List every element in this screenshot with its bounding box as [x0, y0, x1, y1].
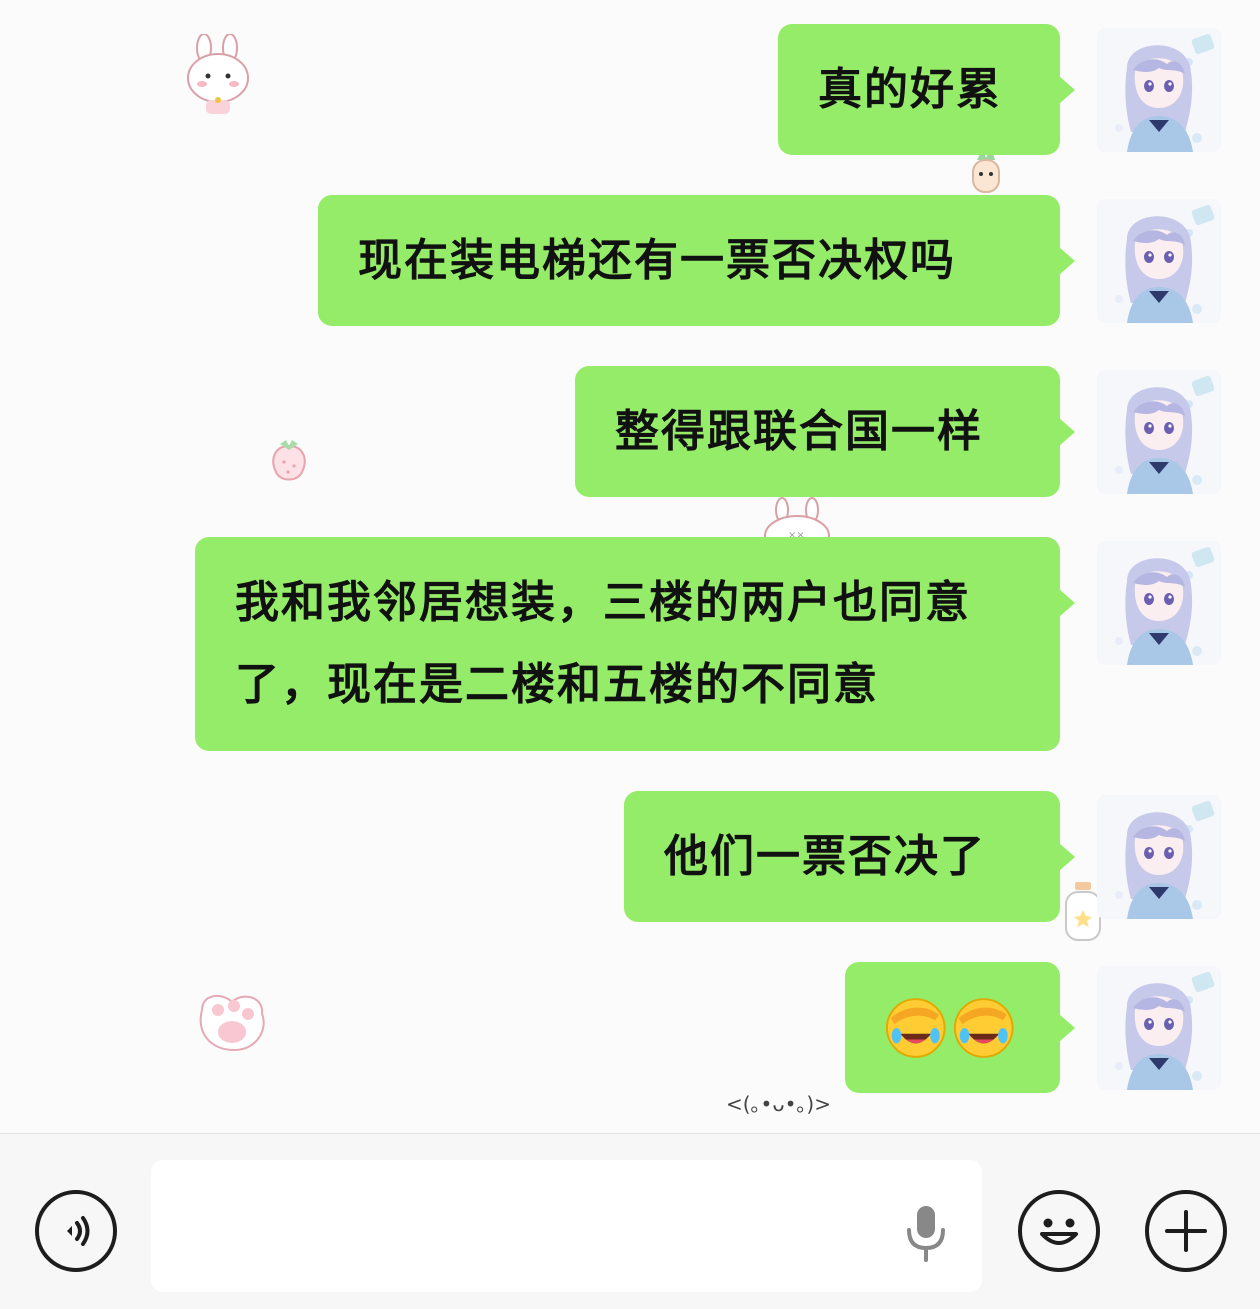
input-bar	[0, 1133, 1260, 1309]
emoji-button[interactable]	[1018, 1190, 1100, 1272]
message-line: 我和我邻居想装，三楼的两户也同意	[235, 577, 971, 628]
avatar-illustration-icon	[1097, 28, 1221, 152]
avatar[interactable]	[1097, 541, 1221, 665]
paw-sticker-icon	[199, 994, 265, 1052]
message-bubble[interactable]: 整得跟联合国一样	[575, 366, 1075, 497]
kaomoji-sticker: <(｡•ᴗ•｡)>	[726, 1092, 831, 1116]
avatar[interactable]	[1097, 199, 1221, 323]
message-input[interactable]	[151, 1160, 982, 1292]
bunny-sticker-icon	[187, 34, 249, 114]
avatar-illustration-icon	[1097, 795, 1221, 919]
message-bubble[interactable]: 我和我邻居想装，三楼的两户也同意 了，现在是二楼和五楼的不同意	[195, 537, 1075, 751]
message-bubble[interactable]: 真的好累	[778, 24, 1075, 155]
more-button[interactable]	[1145, 1190, 1227, 1272]
plus-icon	[1165, 1210, 1207, 1252]
message-line: 了，现在是二楼和五楼的不同意	[235, 659, 879, 710]
avatar-illustration-icon	[1097, 541, 1221, 665]
message-bubble[interactable]	[845, 962, 1075, 1093]
chat-area[interactable]: ×× <(｡•ᴗ•｡)> 真的好累 现在装电梯还有一票否决权吗 整得跟联合国一样…	[0, 0, 1260, 1133]
bunny-peek-sticker-icon: ××	[764, 497, 830, 540]
strawberry-sticker-icon	[272, 440, 306, 481]
message-bubble[interactable]: 他们一票否决了	[624, 791, 1075, 922]
voice-toggle-button[interactable]	[35, 1190, 117, 1272]
face-palm-laughing-emoji	[953, 997, 1014, 1058]
message-text: 真的好累	[818, 63, 1002, 115]
avatar[interactable]	[1097, 795, 1221, 919]
avatar[interactable]	[1097, 28, 1221, 152]
avatar-illustration-icon	[1097, 370, 1221, 494]
microphone-icon[interactable]	[903, 1204, 949, 1262]
message-text: 现在装电梯还有一票否决权吗	[358, 234, 956, 286]
avatar[interactable]	[1097, 966, 1221, 1090]
avatar-illustration-icon	[1097, 966, 1221, 1090]
avatar-illustration-icon	[1097, 199, 1221, 323]
message-text: 他们一票否决了	[664, 830, 986, 882]
face-palm-laughing-emoji	[885, 997, 946, 1058]
avatar[interactable]	[1097, 370, 1221, 494]
message-text: 我和我邻居想装，三楼的两户也同意 了，现在是二楼和五楼的不同意	[235, 562, 971, 726]
smiley-face-icon	[1040, 1218, 1078, 1245]
voice-wave-icon	[67, 1216, 90, 1246]
message-bubble[interactable]: 现在装电梯还有一票否决权吗	[318, 195, 1075, 326]
message-text: 整得跟联合国一样	[615, 405, 983, 457]
